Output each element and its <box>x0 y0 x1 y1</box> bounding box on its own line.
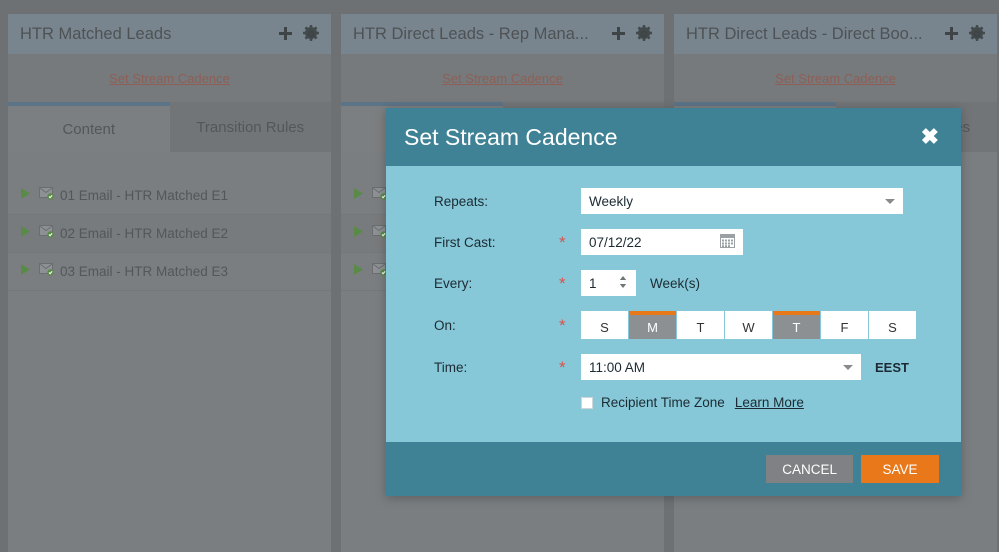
field-first-cast: First Cast: * 07/12/22 <box>386 229 961 255</box>
email-icon <box>39 224 54 243</box>
dialog-body: Repeats: * Weekly First Cast: * 07/12/22 <box>386 166 961 442</box>
tab-content[interactable]: Content <box>8 102 170 152</box>
list-item[interactable]: 02 Email - HTR Matched E2 <box>8 215 331 253</box>
learn-more-link[interactable]: Learn More <box>735 395 804 410</box>
recipient-timezone-label: Recipient Time Zone <box>601 395 725 410</box>
email-icon <box>39 186 54 205</box>
play-icon[interactable] <box>351 224 366 244</box>
first-cast-input[interactable]: 07/12/22 <box>581 229 743 255</box>
email-icon <box>372 262 387 281</box>
content-list: 01 Email - HTR Matched E1 02 Email - HTR… <box>8 177 331 552</box>
first-cast-required-mark: * <box>559 232 566 252</box>
repeats-value: Weekly <box>589 193 634 209</box>
play-icon[interactable] <box>18 186 33 206</box>
set-stream-cadence-link[interactable]: Set Stream Cadence <box>109 71 230 86</box>
time-label: Time: <box>434 359 468 375</box>
first-cast-value: 07/12/22 <box>589 234 642 250</box>
day-toggle-wednesday[interactable]: W <box>725 311 772 339</box>
cadence-bar: Set Stream Cadence <box>341 54 664 102</box>
time-required-mark: * <box>559 357 566 377</box>
set-stream-cadence-dialog: Set Stream Cadence ✖ Repeats: * Weekly F… <box>386 108 961 496</box>
recipient-timezone-row: Recipient Time Zone Learn More <box>386 395 961 410</box>
dialog-header: Set Stream Cadence ✖ <box>386 108 961 166</box>
time-value: 11:00 AM <box>589 359 646 375</box>
chevron-down-icon <box>885 198 895 204</box>
list-item[interactable]: 03 Email - HTR Matched E3 <box>8 253 331 291</box>
field-time: Time: * 11:00 AM EEST <box>386 354 961 380</box>
field-every: Every: * 1 Week(s) <box>386 270 961 296</box>
day-toggle-sunday[interactable]: S <box>581 311 628 339</box>
list-item-label: 01 Email - HTR Matched E1 <box>60 188 229 203</box>
save-button[interactable]: SAVE <box>861 455 939 483</box>
repeats-select[interactable]: Weekly <box>581 188 903 214</box>
gear-icon[interactable] <box>634 24 654 44</box>
cancel-button[interactable]: CANCEL <box>766 455 853 483</box>
field-on: On: * S M T W T F S <box>386 311 961 339</box>
dialog-title: Set Stream Cadence <box>404 123 618 150</box>
every-value: 1 <box>589 275 597 291</box>
list-item[interactable]: 01 Email - HTR Matched E1 <box>8 177 331 215</box>
repeats-label: Repeats: <box>434 193 489 209</box>
timezone-label: EEST <box>875 359 909 375</box>
cadence-bar: Set Stream Cadence <box>8 54 331 102</box>
time-select[interactable]: 11:00 AM <box>581 354 861 380</box>
every-required-mark: * <box>559 273 566 293</box>
email-icon <box>39 262 54 281</box>
email-icon <box>372 186 387 205</box>
tab-transition-rules[interactable]: Transition Rules <box>169 102 331 152</box>
panel-title: HTR Matched Leads <box>20 24 172 43</box>
day-selector: S M T W T F S <box>581 311 917 339</box>
panel-header: HTR Direct Leads - Direct Boo... <box>674 14 997 54</box>
first-cast-label: First Cast: <box>434 234 496 250</box>
day-toggle-tuesday[interactable]: T <box>677 311 724 339</box>
email-icon <box>372 224 387 243</box>
set-stream-cadence-link[interactable]: Set Stream Cadence <box>775 71 896 86</box>
panel-title: HTR Direct Leads - Rep Mana... <box>353 24 589 43</box>
panel-tabs: Content Transition Rules <box>8 102 331 152</box>
every-label: Every: <box>434 275 473 291</box>
field-repeats: Repeats: * Weekly <box>386 188 961 214</box>
close-icon[interactable]: ✖ <box>921 126 939 148</box>
list-toolbar <box>8 152 331 177</box>
cadence-bar: Set Stream Cadence <box>674 54 997 102</box>
day-toggle-friday[interactable]: F <box>821 311 868 339</box>
list-item-label: 03 Email - HTR Matched E3 <box>60 264 229 279</box>
every-stepper[interactable]: 1 <box>581 270 636 296</box>
calendar-icon[interactable] <box>720 233 735 251</box>
panel-header: HTR Matched Leads <box>8 14 331 54</box>
day-toggle-monday[interactable]: M <box>629 311 676 339</box>
on-required-mark: * <box>559 315 566 335</box>
dialog-footer: CANCEL SAVE <box>386 442 961 496</box>
gear-icon[interactable] <box>967 24 987 44</box>
panel-title: HTR Direct Leads - Direct Boo... <box>686 24 923 43</box>
repeats-required-mark: * <box>559 193 581 210</box>
play-icon[interactable] <box>18 224 33 244</box>
panel-header: HTR Direct Leads - Rep Mana... <box>341 14 664 54</box>
plus-icon[interactable] <box>942 25 961 44</box>
play-icon[interactable] <box>351 262 366 282</box>
every-unit-label: Week(s) <box>650 275 701 291</box>
day-toggle-saturday[interactable]: S <box>869 311 916 339</box>
set-stream-cadence-link[interactable]: Set Stream Cadence <box>442 71 563 86</box>
stepper-arrows-icon[interactable] <box>618 274 628 293</box>
day-toggle-thursday[interactable]: T <box>773 311 820 339</box>
play-icon[interactable] <box>351 186 366 206</box>
plus-icon[interactable] <box>609 25 628 44</box>
stream-panel: HTR Matched Leads Set Stream Cadence Con… <box>8 14 331 552</box>
chevron-down-icon <box>843 364 853 370</box>
recipient-timezone-checkbox[interactable] <box>581 396 593 409</box>
list-item-label: 02 Email - HTR Matched E2 <box>60 226 229 241</box>
on-label: On: <box>434 317 456 333</box>
play-icon[interactable] <box>18 262 33 282</box>
plus-icon[interactable] <box>276 25 295 44</box>
gear-icon[interactable] <box>301 24 321 44</box>
